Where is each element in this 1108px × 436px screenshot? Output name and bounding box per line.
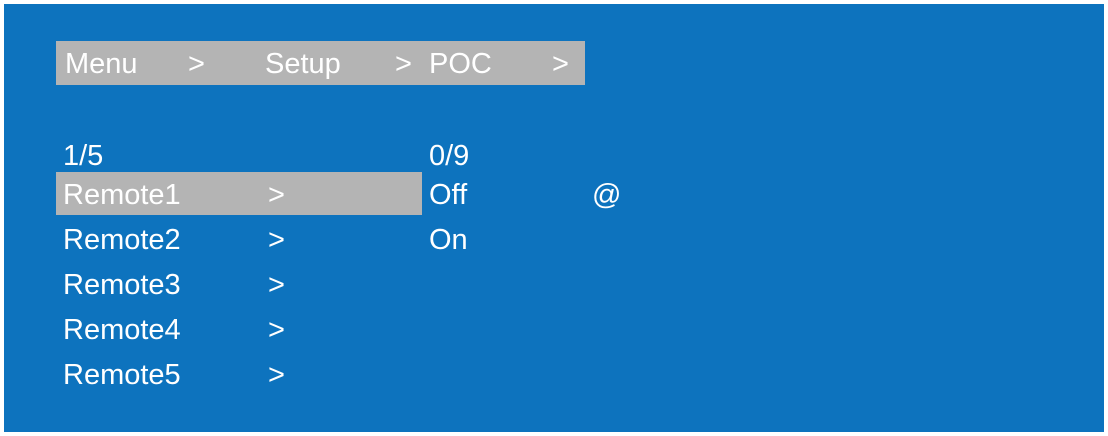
- breadcrumb-separator: >: [552, 48, 569, 80]
- chevron-right-icon: >: [268, 179, 285, 211]
- breadcrumb-item-poc[interactable]: POC: [429, 50, 492, 79]
- chevron-right-icon: >: [268, 314, 285, 346]
- options-page-indicator: 0/9: [429, 140, 470, 172]
- breadcrumb-separator: >: [188, 48, 205, 80]
- menu-page-indicator: 1/5: [63, 140, 104, 172]
- menu-item-label: Remote1: [63, 179, 181, 211]
- chevron-right-icon: >: [268, 359, 285, 391]
- menu-item-label: Remote4: [63, 314, 181, 346]
- osd-screen: Menu > Setup > POC > 1/5 0/9 Remote1 > R…: [4, 4, 1104, 432]
- menu-item-label: Remote5: [63, 359, 181, 391]
- menu-item-label: Remote3: [63, 269, 181, 301]
- breadcrumb: Menu > Setup > POC >: [56, 41, 585, 85]
- current-value-marker: @: [592, 179, 622, 211]
- breadcrumb-item-setup[interactable]: Setup: [265, 50, 341, 79]
- chevron-right-icon: >: [268, 224, 285, 256]
- option-off[interactable]: Off: [429, 181, 467, 210]
- menu-item-label: Remote2: [63, 224, 181, 256]
- option-on[interactable]: On: [429, 226, 468, 255]
- chevron-right-icon: >: [268, 269, 285, 301]
- breadcrumb-item-menu[interactable]: Menu: [65, 50, 138, 79]
- breadcrumb-separator: >: [395, 48, 412, 80]
